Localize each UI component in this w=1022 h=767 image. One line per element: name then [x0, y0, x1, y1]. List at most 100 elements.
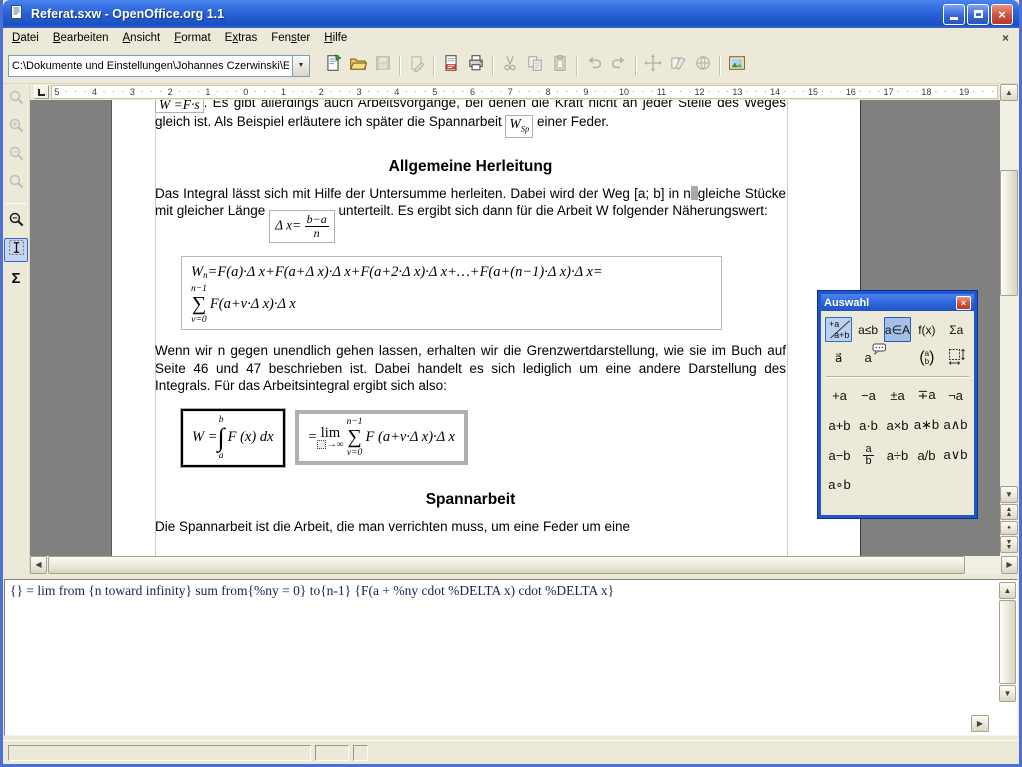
category-attributes-button[interactable]: a⃗: [825, 345, 852, 370]
formula-object-limit-active[interactable]: =lim→∞n−1∑ν=0F (a+ν·Δ x)·Δ x: [295, 410, 468, 465]
formula-object-delta-x[interactable]: Δ x= b−an: [269, 210, 335, 243]
symbol-axb[interactable]: a÷b: [883, 440, 912, 470]
horizontal-scrollbar[interactable]: ◀ ▶: [30, 556, 1019, 574]
formula-object-ws[interactable]: W =F·s: [155, 100, 204, 113]
selection-palette-body: +aa+ba≤ba∈Af(x)Σa a⃗a(ab) +a−a±a∓a¬aa+ba…: [821, 311, 974, 500]
zoom-all-icon: [8, 173, 25, 195]
vertical-scroll-thumb[interactable]: [1000, 170, 1018, 296]
minimize-button[interactable]: [943, 4, 965, 25]
symbols-button[interactable]: Σ: [4, 266, 28, 290]
command-scroll-thumb[interactable]: [999, 600, 1016, 684]
paragraph: Das Integral lässt sich mit Hilfe der Un…: [155, 185, 786, 243]
ruler-tick: 13···: [732, 86, 770, 98]
category-brackets-button[interactable]: (ab): [913, 345, 940, 370]
url-dropdown-icon[interactable]: ▼: [292, 56, 309, 76]
menu-fenster[interactable]: Fenster: [264, 30, 317, 46]
show-all-button[interactable]: [4, 210, 28, 234]
symbol-axb[interactable]: a∘b: [825, 470, 854, 500]
formula-object-integral[interactable]: W =b∫aF (x) dx: [181, 409, 285, 467]
tab-stop-selector-icon[interactable]: [34, 85, 49, 99]
symbol-axb[interactable]: a/b: [912, 440, 941, 470]
command-scroll-down-icon[interactable]: ▼: [999, 685, 1016, 702]
new-document-button[interactable]: [320, 53, 345, 78]
command-scroll-up-icon[interactable]: ▲: [999, 582, 1016, 599]
document-page[interactable]: W =F·s. Es gibt allerdings auch Arbeitsv…: [111, 100, 861, 556]
symbol-a+b[interactable]: a+b: [825, 410, 854, 440]
toolbar-separator: [488, 55, 497, 77]
scroll-right-icon[interactable]: ▶: [1001, 556, 1018, 574]
category-formats-button[interactable]: [943, 345, 970, 370]
menu-datei[interactable]: Datei: [5, 30, 46, 46]
save-icon: [374, 54, 392, 77]
symbol-a-over-b[interactable]: ab: [854, 440, 883, 470]
cut-button: [497, 53, 522, 78]
symbol-axb[interactable]: a×b: [883, 410, 912, 440]
symbol-axb[interactable]: a∧b: [941, 410, 970, 440]
zoom-all-button: [4, 172, 28, 196]
print-button[interactable]: [463, 53, 488, 78]
menu-format[interactable]: Format: [167, 30, 217, 46]
category-others-button[interactable]: a: [854, 345, 881, 370]
ruler-tick: 2···: [317, 86, 355, 98]
menu-extras[interactable]: Extras: [218, 30, 265, 46]
ruler[interactable]: 5···4···3···2···1···0···1···2···3···4···…: [30, 84, 1000, 100]
formula-command-text[interactable]: {} = lim from {n toward infinity} sum fr…: [10, 583, 991, 599]
previous-page-icon[interactable]: ▲▲: [1000, 504, 1018, 520]
symbol-axb[interactable]: a−b: [825, 440, 854, 470]
formula-row: W =b∫aF (x) dx =lim→∞n−1∑ν=0F (a+ν·Δ x)·…: [181, 409, 786, 467]
symbol-xa[interactable]: ±a: [883, 380, 912, 410]
category-operators-button[interactable]: Σa: [943, 317, 970, 342]
palette-close-icon[interactable]: ×: [956, 296, 971, 310]
navigation-icon[interactable]: ●: [1000, 521, 1018, 535]
formula-object-sum-block[interactable]: Wn=F(a)·Δ x+F(a+Δ x)·Δ x+F(a+2·Δ x)·Δ x+…: [181, 256, 722, 331]
formats-icon: [947, 347, 966, 369]
scroll-left-icon[interactable]: ◀: [30, 556, 47, 574]
ruler-tick: 8···: [543, 86, 581, 98]
symbol-xa[interactable]: −a: [854, 380, 883, 410]
gallery-button[interactable]: [724, 53, 749, 78]
command-scroll-right-icon[interactable]: ▶: [971, 715, 989, 732]
application-window: Referat.sxw - OpenOffice.org 1.1 × Datei…: [0, 0, 1022, 767]
scroll-down-icon[interactable]: ▼: [1000, 486, 1018, 503]
category-relations-button[interactable]: a≤b: [854, 317, 881, 342]
ruler-tick: 2···: [165, 86, 203, 98]
formula-command-window[interactable]: {} = lim from {n toward infinity} sum fr…: [4, 579, 1018, 736]
symbol-axb[interactable]: a∗b: [912, 410, 941, 440]
vertical-scrollbar[interactable]: ▲ ▼ ▲▲ ● ▼▼: [1000, 84, 1018, 556]
zoom-100-button: [4, 88, 28, 112]
unary-binary-operators-icon: +aa+b: [826, 318, 851, 341]
category-set-operations-button[interactable]: a∈A: [884, 317, 911, 342]
text-cursor-selection: [691, 186, 698, 200]
export-pdf-button[interactable]: [438, 53, 463, 78]
status-field: [8, 745, 311, 761]
maximize-button[interactable]: [967, 4, 989, 25]
symbol-xa[interactable]: ∓a: [912, 380, 941, 410]
heading-allgemeine-herleitung: Allgemeine Herleitung: [155, 157, 786, 176]
symbol-xa[interactable]: ¬a: [941, 380, 970, 410]
menu-bearbeiten[interactable]: Bearbeiten: [46, 30, 116, 46]
menu-hilfe[interactable]: Hilfe: [317, 30, 354, 46]
horizontal-scroll-thumb[interactable]: [48, 556, 965, 574]
category-unary-binary-operators-button[interactable]: +aa+b: [825, 317, 852, 342]
symbol-empty: [941, 470, 970, 500]
close-button[interactable]: ×: [991, 4, 1013, 25]
ruler-tick: 3···: [128, 86, 166, 98]
menu-ansicht[interactable]: Ansicht: [116, 30, 168, 46]
url-input[interactable]: [9, 56, 292, 76]
ruler-tick: 1···: [279, 86, 317, 98]
edit-file-icon: [408, 54, 426, 77]
close-document-icon[interactable]: ×: [998, 31, 1013, 45]
open-button[interactable]: [345, 53, 370, 78]
symbol-+a[interactable]: +a: [825, 380, 854, 410]
stylist-icon: [669, 54, 687, 77]
symbol-axb[interactable]: a∨b: [941, 440, 970, 470]
category-functions-button[interactable]: f(x): [913, 317, 940, 342]
scroll-up-icon[interactable]: ▲: [1000, 84, 1018, 101]
ruler-tick: 1···: [203, 86, 241, 98]
symbol-axb[interactable]: a·b: [854, 410, 883, 440]
edit-file-button: [404, 53, 429, 78]
next-page-icon[interactable]: ▼▼: [1000, 536, 1018, 553]
symbol-empty: [883, 470, 912, 500]
formula-cursor-button[interactable]: [4, 238, 28, 262]
formula-object-wsp[interactable]: WSp: [505, 115, 533, 138]
